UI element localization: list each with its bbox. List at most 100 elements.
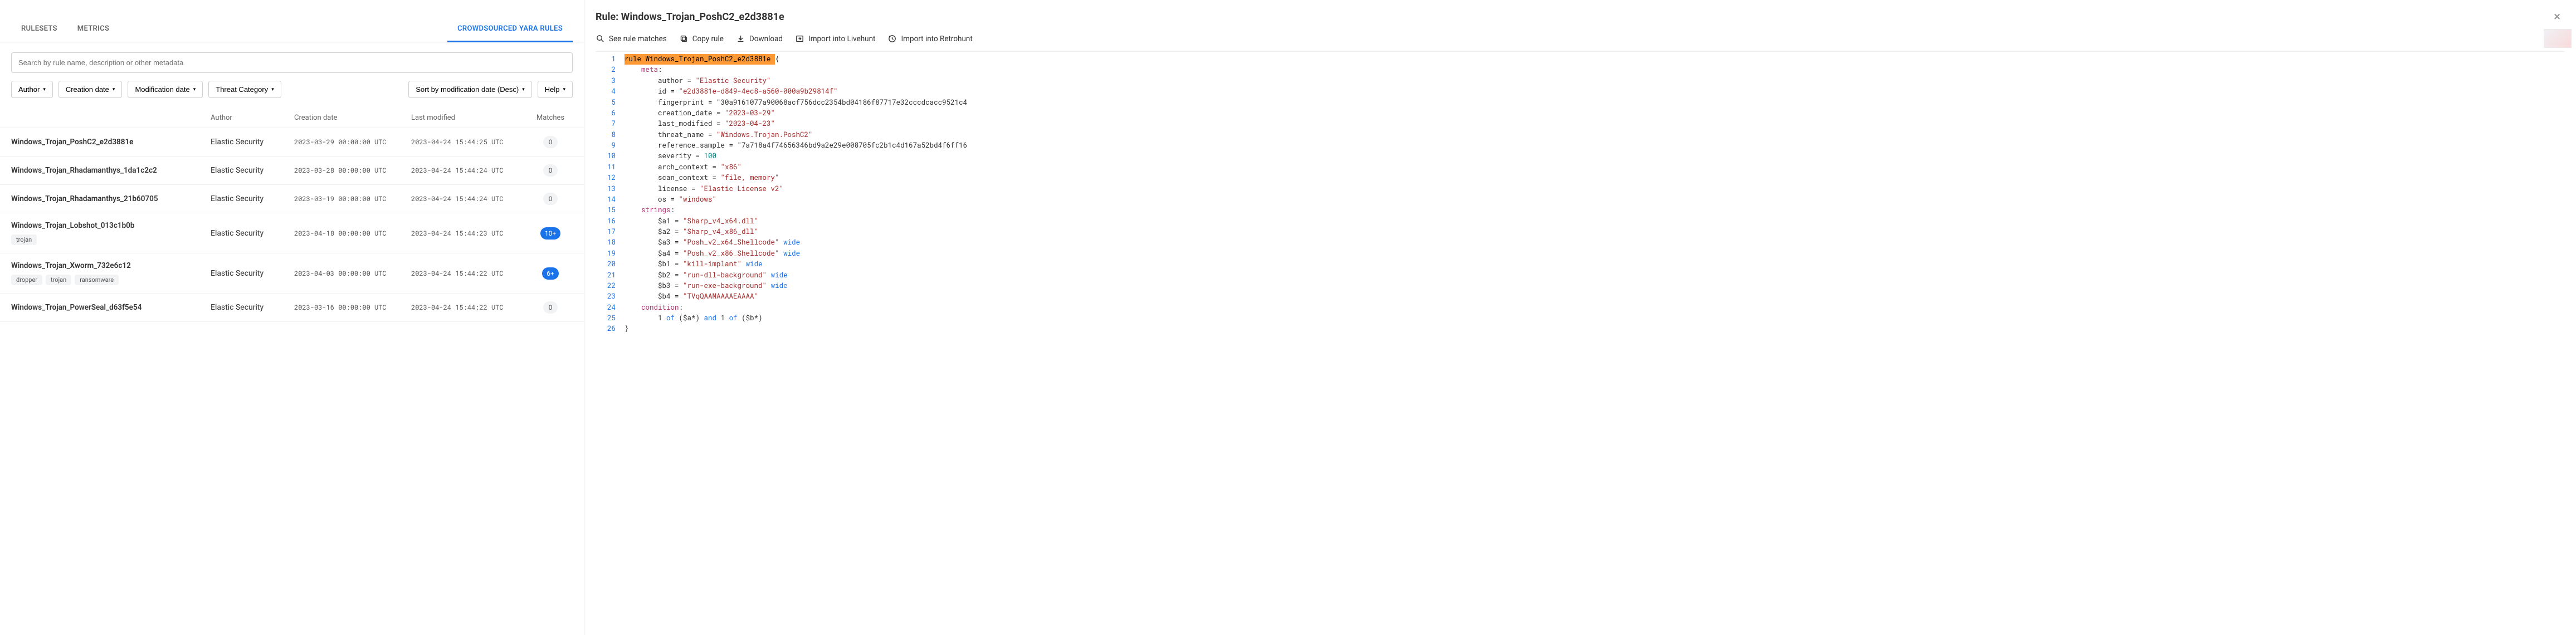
- sort-button[interactable]: Sort by modification date (Desc)▾: [408, 81, 532, 98]
- table-header: Author Creation date Last modified Match…: [0, 108, 584, 128]
- cell-author: Elastic Security: [211, 269, 294, 278]
- code-line: }: [621, 324, 2565, 334]
- cell-modified: 2023-04-24 15:44:24 UTC: [411, 166, 528, 175]
- code-line: $b2 = "run-dll-background" wide: [621, 270, 2565, 281]
- cell-modified: 2023-04-24 15:44:22 UTC: [411, 303, 528, 312]
- code-line: $a2 = "Sharp_v4_x86_dll": [621, 227, 2565, 237]
- cell-author: Elastic Security: [211, 166, 294, 175]
- code-line: $b3 = "run-exe-background" wide: [621, 281, 2565, 291]
- code-line: $a4 = "Posh_v2_x86_Shellcode" wide: [621, 248, 2565, 259]
- cell-author: Elastic Security: [211, 138, 294, 146]
- cell-author: Elastic Security: [211, 229, 294, 238]
- table-row[interactable]: Windows_Trojan_PoshC2_e2d3881eElastic Se…: [0, 128, 584, 157]
- code-line: rule Windows_Trojan_PoshC2_e2d3881e {: [621, 54, 2565, 65]
- cell-matches: 0: [528, 136, 573, 148]
- rule-detail-title: Rule: Windows_Trojan_PoshC2_e2d3881e: [596, 11, 2549, 23]
- code-line: $a1 = "Sharp_v4_x64.dll": [621, 216, 2565, 227]
- code-line: last_modified = "2023-04-23": [621, 119, 2565, 129]
- cell-modified: 2023-04-24 15:44:23 UTC: [411, 229, 528, 238]
- cell-created: 2023-03-29 00:00:00 UTC: [294, 138, 411, 146]
- cell-matches: 0: [528, 164, 573, 177]
- table-row[interactable]: Windows_Trojan_PowerSeal_d63f5e54Elastic…: [0, 294, 584, 322]
- tab-metrics[interactable]: METRICS: [67, 17, 119, 42]
- col-matches: Matches: [528, 114, 573, 122]
- code-line: $a3 = "Posh_v2_x64_Shellcode" wide: [621, 237, 2565, 248]
- cell-author: Elastic Security: [211, 303, 294, 312]
- table-row[interactable]: Windows_Trojan_Lobshot_013c1b0btrojan Ela…: [0, 213, 584, 253]
- search-input[interactable]: [11, 52, 573, 73]
- code-line: $b1 = "kill-implant" wide: [621, 259, 2565, 270]
- cell-modified: 2023-04-24 15:44:24 UTC: [411, 194, 528, 203]
- col-modified: Last modified: [411, 114, 528, 122]
- code-line: threat_name = "Windows.Trojan.PoshC2": [621, 130, 2565, 140]
- code-line: $b4 = "TVqQAAMAAAAEAAAA": [621, 291, 2565, 302]
- import-livehunt-button[interactable]: Import into Livehunt: [795, 34, 875, 43]
- cell-modified: 2023-04-24 15:44:25 UTC: [411, 138, 528, 146]
- code-line: fingerprint = "30a9161077a90068acf756dcc…: [621, 97, 2565, 108]
- code-line: 1 of ($a*) and 1 of ($b*): [621, 313, 2565, 324]
- table-row[interactable]: Windows_Trojan_Rhadamanthys_21b60705Elas…: [0, 185, 584, 213]
- filter-creation-date[interactable]: Creation date▾: [58, 81, 123, 98]
- code-line: meta:: [621, 65, 2565, 75]
- filter-threat-category[interactable]: Threat Category▾: [208, 81, 281, 98]
- see-rule-matches-button[interactable]: See rule matches: [596, 34, 667, 43]
- cell-created: 2023-04-18 00:00:00 UTC: [294, 229, 411, 238]
- cell-created: 2023-03-16 00:00:00 UTC: [294, 303, 411, 312]
- copy-icon: [679, 34, 689, 43]
- rule-name: Windows_Trojan_Xworm_732e6c12: [11, 261, 211, 270]
- tag[interactable]: trojan: [11, 235, 37, 245]
- rule-name: Windows_Trojan_PowerSeal_d63f5e54: [11, 303, 211, 312]
- col-author: Author: [211, 114, 294, 122]
- rule-name: Windows_Trojan_Lobshot_013c1b0b: [11, 221, 211, 230]
- rule-name: Windows_Trojan_Rhadamanthys_21b60705: [11, 194, 211, 203]
- code-line: scan_context = "file, memory": [621, 173, 2565, 183]
- close-icon[interactable]: ×: [2549, 8, 2565, 26]
- rule-name: Windows_Trojan_PoshC2_e2d3881e: [11, 138, 211, 146]
- tag[interactable]: trojan: [46, 275, 71, 285]
- copy-rule-button[interactable]: Copy rule: [679, 34, 724, 43]
- download-button[interactable]: Download: [736, 34, 783, 43]
- code-editor[interactable]: 1234567891011121314151617181920212223242…: [596, 51, 2565, 337]
- code-line: creation_date = "2023-03-29": [621, 108, 2565, 119]
- tag[interactable]: ransomware: [75, 275, 119, 285]
- cell-matches: 0: [528, 193, 573, 205]
- filters-row: Author▾ Creation date▾ Modification date…: [0, 81, 584, 108]
- caret-icon: ▾: [271, 86, 274, 92]
- filter-author[interactable]: Author▾: [11, 81, 53, 98]
- caret-icon: ▾: [193, 86, 196, 92]
- code-line: license = "Elastic License v2": [621, 184, 2565, 194]
- code-line: arch_context = "x86": [621, 162, 2565, 173]
- filter-modification-date[interactable]: Modification date▾: [128, 81, 203, 98]
- caret-icon: ▾: [113, 86, 115, 92]
- import-icon: [795, 34, 804, 43]
- download-icon: [736, 34, 745, 43]
- cell-matches: 10+: [528, 227, 573, 240]
- import-retrohunt-button[interactable]: Import into Retrohunt: [887, 34, 972, 43]
- table-row[interactable]: Windows_Trojan_Xworm_732e6c12dropper troj…: [0, 253, 584, 294]
- code-line: id = "e2d3881e-d849-4ec8-a560-000a9b2981…: [621, 86, 2565, 97]
- thumbnail-preview: [2544, 29, 2572, 48]
- cell-created: 2023-03-28 00:00:00 UTC: [294, 166, 411, 175]
- cell-matches: 6+: [528, 267, 573, 280]
- rule-name: Windows_Trojan_Rhadamanthys_1da1c2c2: [11, 166, 211, 175]
- table-row[interactable]: Windows_Trojan_Rhadamanthys_1da1c2c2Elas…: [0, 157, 584, 185]
- caret-icon: ▾: [522, 86, 525, 92]
- help-button[interactable]: Help▾: [538, 81, 573, 98]
- code-line: condition:: [621, 302, 2565, 313]
- cell-modified: 2023-04-24 15:44:22 UTC: [411, 269, 528, 278]
- code-line: severity = 100: [621, 151, 2565, 162]
- cell-author: Elastic Security: [211, 194, 294, 203]
- cell-created: 2023-03-19 00:00:00 UTC: [294, 194, 411, 203]
- actions-row: See rule matches Copy rule Download Impo…: [596, 32, 2565, 51]
- tag[interactable]: dropper: [11, 275, 42, 285]
- tabs-bar: RULESETS METRICS CROWDSOURCED YARA RULES: [0, 17, 584, 42]
- caret-icon: ▾: [43, 86, 46, 92]
- cell-created: 2023-04-03 00:00:00 UTC: [294, 269, 411, 278]
- code-line: author = "Elastic Security": [621, 76, 2565, 86]
- caret-icon: ▾: [563, 86, 565, 92]
- tab-crowdsourced[interactable]: CROWDSOURCED YARA RULES: [447, 17, 573, 42]
- col-created: Creation date: [294, 114, 411, 122]
- search-icon: [596, 34, 605, 43]
- retro-icon: [887, 34, 897, 43]
- tab-rulesets[interactable]: RULESETS: [11, 17, 67, 42]
